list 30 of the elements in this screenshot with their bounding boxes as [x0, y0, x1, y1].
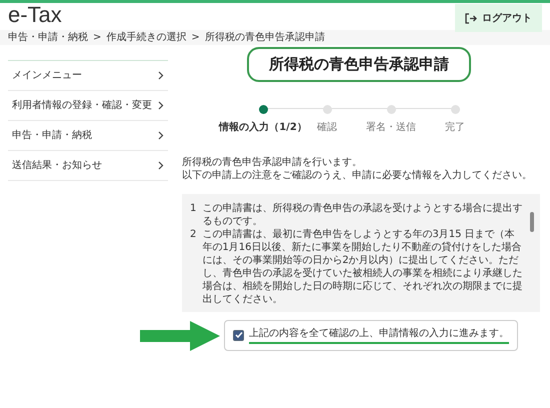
chevron-right-icon [158, 160, 164, 170]
breadcrumb-link[interactable]: 申告・申請・納税 [8, 31, 88, 44]
breadcrumb-link[interactable]: 所得税の青色申告承認申請 [204, 31, 325, 44]
sidebar-item[interactable]: 申告・申請・納税 [8, 121, 168, 151]
step-label: 完了 [445, 120, 465, 134]
logo-text: e-Tax [8, 3, 62, 27]
step-label: 署名・送信 [366, 120, 416, 134]
breadcrumb-separator: > [93, 31, 102, 44]
intro-text: 以下の申請上の注意をご確認のうえ、申請に必要な情報を入力してください。 [182, 169, 533, 182]
step-label: 情報の入力（1/2） [219, 120, 307, 134]
notice-number: 2 [190, 228, 196, 242]
sidebar-item[interactable]: メインメニュー [8, 61, 168, 91]
notice-text: この申請書は、所得税の青色申告の承認を受けようとする場合に提出するものです。 [202, 202, 524, 228]
breadcrumb-link[interactable]: 作成手続きの選択 [106, 31, 186, 44]
logout-icon [465, 12, 477, 24]
chevron-right-icon [158, 100, 164, 110]
intro-text: 所得税の青色申告承認申請を行います。 [182, 156, 363, 169]
sidebar-item[interactable]: 利用者情報の登録・確認・変更 [8, 91, 168, 121]
arrow-icon [140, 320, 220, 350]
agreement-checkbox[interactable]: 上記の内容を全て確認の上、申請情報の入力に進みます。 [224, 320, 518, 351]
chevron-right-icon [158, 70, 164, 80]
chevron-right-icon [158, 130, 164, 140]
checkmark-icon [234, 331, 242, 339]
notice-number: 1 [190, 202, 196, 216]
logout-button[interactable]: ログアウト [455, 4, 542, 32]
breadcrumb-separator: > [191, 31, 200, 44]
notice-text: この申請書は、最初に青色申告をしようとする年の3月15 日まで（本年の1月16日以後、新たに事業を開始したり不動産の貸付けをした場合には、その事業開始等の日から2か月以内）に提出してください。ただし、青色申告の承認を受けていた被相続人の事業を相続により承継した場合は、相続を開始した日の時期に応じて、それぞれ次の期限までに提出してください。 [202, 228, 524, 306]
page-title: 所得税の青色申告承認申請 [247, 47, 471, 82]
sidebar-item[interactable]: 送信結果・お知らせ [8, 151, 168, 181]
step-label: 確認 [317, 120, 337, 134]
